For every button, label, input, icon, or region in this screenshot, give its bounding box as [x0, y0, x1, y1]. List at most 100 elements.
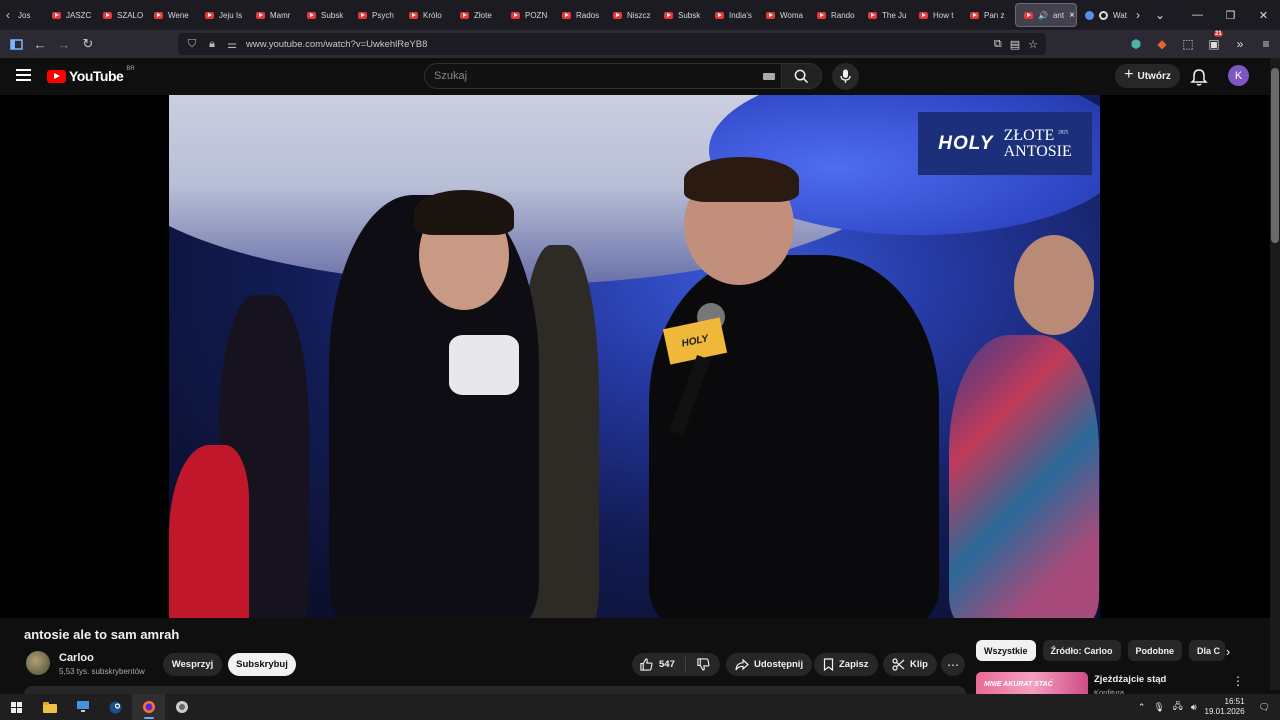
channel-name[interactable]: Carloo: [59, 652, 94, 664]
tabs-scroll-left-icon[interactable]: ‹: [0, 0, 16, 30]
description-box[interactable]: [24, 686, 966, 694]
start-windows-icon[interactable]: [0, 694, 33, 720]
voice-search-button[interactable]: [832, 63, 859, 90]
back-icon[interactable]: ←: [28, 32, 52, 56]
lock-icon[interactable]: 🔒︎: [206, 38, 218, 51]
chip-from-channel[interactable]: Źródło: Carloo: [1042, 640, 1121, 661]
guide-menu-icon[interactable]: [16, 69, 31, 81]
extension-fox-icon[interactable]: ◆: [1154, 37, 1170, 51]
tab-active[interactable]: 🔊 ant ×: [1015, 3, 1077, 27]
extension-shield-icon[interactable]: ⬢: [1128, 37, 1144, 51]
browser-tab[interactable]: Psych: [350, 0, 401, 30]
app-icon[interactable]: [165, 694, 198, 720]
app-menu-icon[interactable]: ≡: [1258, 37, 1274, 51]
browser-tab[interactable]: POZN: [503, 0, 554, 30]
tab-list-dropdown-icon[interactable]: ⌄: [1149, 0, 1171, 30]
video-player[interactable]: HOLY HOLY ZŁOTE 2025 ANTOSIE: [0, 95, 1270, 618]
browser-tab[interactable]: Jeju Is: [197, 0, 248, 30]
browser-tab[interactable]: India's: [707, 0, 758, 30]
browser-tab[interactable]: The Ju: [860, 0, 911, 30]
steam-icon[interactable]: [99, 694, 132, 720]
clip-button[interactable]: Klip: [883, 653, 937, 676]
shield-icon[interactable]: ⛉: [186, 38, 198, 51]
url-text[interactable]: www.youtube.com/watch?v=UwkehlReYB8: [246, 39, 427, 50]
notifications-button[interactable]: [1189, 67, 1209, 87]
account-avatar[interactable]: K: [1228, 65, 1249, 86]
volume-icon[interactable]: 🔊︎: [1191, 702, 1197, 713]
search-placeholder: Szukaj: [434, 70, 468, 82]
search-input[interactable]: Szukaj: [424, 63, 784, 89]
youtube-logo[interactable]: YouTube BR: [47, 66, 135, 84]
notification-center-icon[interactable]: 🗨︎: [1259, 702, 1270, 713]
address-bar[interactable]: ⛉ 🔒︎ ⚌ www.youtube.com/watch?v=UwkehlReY…: [178, 33, 1046, 55]
browser-tab-label: India's: [729, 10, 752, 20]
reload-icon[interactable]: ↻: [76, 32, 100, 56]
recommended-thumbnail[interactable]: MNIE AKURAT STAĆ: [976, 672, 1088, 694]
firefox-icon[interactable]: [132, 694, 165, 720]
chips-next-icon[interactable]: ›: [1220, 642, 1236, 660]
search-button[interactable]: [781, 63, 822, 89]
recommended-title[interactable]: Zjeżdżajcie stąd: [1094, 674, 1166, 685]
microphone-icon: [840, 69, 851, 83]
browser-tab[interactable]: Woma: [758, 0, 809, 30]
youtube-favicon-icon: [307, 11, 316, 19]
save-button[interactable]: Zapisz: [814, 653, 878, 676]
file-explorer-icon[interactable]: [33, 694, 66, 720]
create-label: Utwórz: [1137, 70, 1171, 82]
browser-tab[interactable]: JASZC: [44, 0, 95, 30]
create-button[interactable]: + Utwórz: [1115, 64, 1180, 88]
like-button[interactable]: 547: [632, 657, 686, 672]
browser-tab[interactable]: Rados: [554, 0, 605, 30]
browser-tab[interactable]: How t: [911, 0, 962, 30]
pc-icon[interactable]: [66, 694, 99, 720]
keyboard-icon[interactable]: [763, 72, 775, 80]
browser-tab[interactable]: Pan z: [962, 0, 1013, 30]
sidebar-toggle-icon[interactable]: [4, 32, 28, 56]
browser-tab[interactable]: Złote: [452, 0, 503, 30]
speaker-icon[interactable]: 🔊: [1038, 11, 1048, 20]
extensions-puzzle-icon[interactable]: ⬚: [1180, 37, 1196, 51]
browser-tab[interactable]: SZALO: [95, 0, 146, 30]
network-icon[interactable]: 🖧︎: [1173, 699, 1183, 715]
chip-related[interactable]: Podobne: [1127, 640, 1183, 661]
channel-avatar[interactable]: [26, 651, 50, 675]
browser-tab[interactable]: Subsk: [299, 0, 350, 30]
picture-in-picture-icon[interactable]: ⧉: [994, 38, 1002, 51]
share-button[interactable]: Udostępnij: [726, 653, 813, 676]
permissions-icon[interactable]: ⚌: [226, 38, 238, 51]
chip-all[interactable]: Wszystkie: [976, 640, 1036, 661]
recommended-menu-icon[interactable]: ⋮: [1232, 674, 1244, 688]
browser-tab[interactable]: Wene: [146, 0, 197, 30]
filter-chips: Wszystkie Źródło: Carloo Podobne Dla C: [976, 640, 1226, 661]
browser-tab[interactable]: Rando: [809, 0, 860, 30]
subscribe-button[interactable]: Subskrybuj: [228, 653, 296, 676]
save-label: Zapisz: [839, 659, 869, 670]
youtube-favicon-icon: [103, 11, 112, 19]
tab-close-icon[interactable]: ×: [1069, 10, 1075, 21]
support-button[interactable]: Wesprzyj: [163, 653, 222, 676]
browser-tab[interactable]: Królo: [401, 0, 452, 30]
minimize-icon[interactable]: —: [1181, 0, 1214, 30]
tabs-scroll-right-icon[interactable]: ›: [1127, 0, 1149, 30]
browser-tab[interactable]: Subsk: [656, 0, 707, 30]
restore-icon[interactable]: ❐: [1214, 0, 1247, 30]
microphone-tray-icon[interactable]: 🎙︎: [1153, 702, 1164, 713]
browser-tab[interactable]: Niszcz: [605, 0, 656, 30]
forward-icon[interactable]: →: [52, 32, 76, 56]
tab-extra[interactable]: Wat: [1077, 10, 1127, 20]
scrollbar-thumb[interactable]: [1271, 68, 1279, 243]
more-actions-icon[interactable]: ⋯: [941, 653, 965, 676]
video-frame[interactable]: HOLY HOLY ZŁOTE 2025 ANTOSIE: [169, 95, 1100, 618]
close-window-icon[interactable]: ✕: [1247, 0, 1280, 30]
browser-tab[interactable]: Jos: [16, 0, 44, 30]
dislike-button[interactable]: [686, 658, 720, 671]
bookmark-star-icon[interactable]: ☆: [1028, 38, 1038, 51]
reader-view-icon[interactable]: ▤: [1010, 38, 1020, 51]
page-scrollbar[interactable]: [1270, 58, 1280, 690]
clock[interactable]: 16:51 19.01.2026: [1205, 697, 1245, 716]
browser-tab[interactable]: Mamr: [248, 0, 299, 30]
extension-badge-icon[interactable]: ▣ 21: [1206, 31, 1223, 51]
tray-expand-icon[interactable]: ⌃: [1138, 702, 1146, 713]
overflow-chevron-icon[interactable]: »: [1232, 37, 1248, 51]
browser-tab-label: POZN: [525, 10, 548, 20]
